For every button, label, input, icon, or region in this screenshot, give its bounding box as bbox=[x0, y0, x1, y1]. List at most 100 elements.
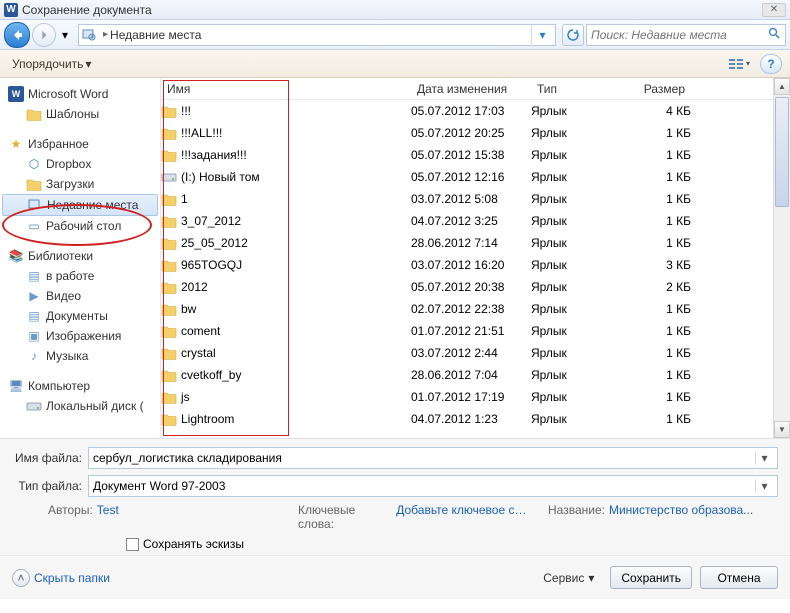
folder-icon bbox=[161, 148, 177, 162]
filetype-select[interactable]: Документ Word 97-2003 ▾ bbox=[88, 475, 778, 497]
cancel-button[interactable]: Отмена bbox=[700, 566, 778, 589]
file-row[interactable]: !!!задания!!!05.07.2012 15:38Ярлык1 КБ bbox=[161, 144, 773, 166]
hide-folders-button[interactable]: ˄ Скрыть папки bbox=[12, 569, 110, 587]
file-date: 04.07.2012 1:23 bbox=[411, 412, 531, 426]
sidebar-item-images[interactable]: ▣Изображения bbox=[2, 326, 158, 346]
column-name[interactable]: Имя bbox=[161, 82, 411, 96]
file-row[interactable]: js01.07.2012 17:19Ярлык1 КБ bbox=[161, 386, 773, 408]
file-type: Ярлык bbox=[531, 148, 621, 162]
file-type: Ярлык bbox=[531, 214, 621, 228]
view-options-button[interactable]: ▾ bbox=[728, 54, 750, 74]
file-list-panel: Имя Дата изменения Тип Размер !!!05.07.2… bbox=[160, 78, 790, 438]
file-row[interactable]: coment01.07.2012 21:51Ярлык1 КБ bbox=[161, 320, 773, 342]
help-button[interactable]: ? bbox=[760, 54, 782, 74]
file-date: 01.07.2012 21:51 bbox=[411, 324, 531, 338]
file-name: Lightroom bbox=[181, 412, 234, 426]
tree-label: Компьютер bbox=[28, 379, 90, 393]
file-type: Ярлык bbox=[531, 192, 621, 206]
file-row[interactable]: bw02.07.2012 22:38Ярлык1 КБ bbox=[161, 298, 773, 320]
file-type: Ярлык bbox=[531, 412, 621, 426]
address-dropdown[interactable]: ▾ bbox=[531, 24, 553, 46]
tree-label: Недавние места bbox=[47, 198, 138, 212]
sidebar-item-documents[interactable]: ▤Документы bbox=[2, 306, 158, 326]
close-button[interactable]: ✕ bbox=[762, 3, 786, 17]
refresh-button[interactable] bbox=[562, 24, 584, 46]
tools-dropdown[interactable]: Сервис ▾ bbox=[543, 571, 594, 585]
file-size: 1 КБ bbox=[621, 368, 691, 382]
column-date[interactable]: Дата изменения bbox=[411, 82, 531, 96]
folder-icon bbox=[161, 280, 177, 294]
sidebar-item-favorites[interactable]: ★Избранное bbox=[2, 134, 158, 154]
scroll-track[interactable] bbox=[774, 95, 790, 421]
file-row[interactable]: !!!ALL!!!05.07.2012 20:25Ярлык1 КБ bbox=[161, 122, 773, 144]
tree-label: Библиотеки bbox=[28, 249, 93, 263]
file-name: !!!задания!!! bbox=[181, 148, 247, 162]
dropbox-icon: ⬡ bbox=[26, 156, 42, 172]
file-row[interactable]: cvetkoff_by28.06.2012 7:04Ярлык1 КБ bbox=[161, 364, 773, 386]
forward-button[interactable] bbox=[32, 23, 56, 47]
file-date: 05.07.2012 15:38 bbox=[411, 148, 531, 162]
file-size: 1 КБ bbox=[621, 412, 691, 426]
file-size: 1 КБ bbox=[621, 170, 691, 184]
file-row[interactable]: !!!05.07.2012 17:03Ярлык4 КБ bbox=[161, 100, 773, 122]
search-input[interactable] bbox=[591, 28, 768, 42]
search-box[interactable] bbox=[586, 24, 786, 46]
sidebar-item-computer[interactable]: 🖥Компьютер bbox=[2, 376, 158, 396]
sidebar-item-downloads[interactable]: Загрузки bbox=[2, 174, 158, 194]
file-row[interactable]: 965TOGQJ03.07.2012 16:20Ярлык3 КБ bbox=[161, 254, 773, 276]
sidebar-item-music[interactable]: ♪Музыка bbox=[2, 346, 158, 366]
file-row[interactable]: crystal03.07.2012 2:44Ярлык1 КБ bbox=[161, 342, 773, 364]
filename-dropdown[interactable]: ▾ bbox=[755, 451, 773, 465]
authors-value[interactable]: Test bbox=[97, 503, 119, 531]
file-date: 03.07.2012 5:08 bbox=[411, 192, 531, 206]
hide-folders-label: Скрыть папки bbox=[34, 571, 110, 585]
sidebar-item-recent[interactable]: Недавние места bbox=[2, 194, 158, 216]
back-button[interactable] bbox=[4, 22, 30, 48]
filename-input[interactable]: ▾ bbox=[88, 447, 778, 469]
file-row[interactable]: 103.07.2012 5:08Ярлык1 КБ bbox=[161, 188, 773, 210]
tools-label: Сервис bbox=[543, 571, 584, 585]
breadcrumb-current[interactable]: Недавние места bbox=[110, 28, 201, 42]
file-date: 05.07.2012 12:16 bbox=[411, 170, 531, 184]
folder-icon bbox=[26, 106, 42, 122]
keywords-value[interactable]: Добавьте ключевое сл... bbox=[396, 503, 528, 531]
file-row[interactable]: Lightroom 04.07.2012 1:23Ярлык1 КБ bbox=[161, 408, 773, 430]
file-row[interactable]: 3_07_201204.07.2012 3:25Ярлык1 КБ bbox=[161, 210, 773, 232]
folder-icon bbox=[161, 346, 177, 360]
scroll-up-button[interactable]: ▲ bbox=[774, 78, 790, 95]
file-row[interactable]: 25_05_201228.06.2012 7:14Ярлык1 КБ bbox=[161, 232, 773, 254]
sidebar-item-inwork[interactable]: ▤в работе bbox=[2, 266, 158, 286]
sidebar-item-templates[interactable]: Шаблоны bbox=[2, 104, 158, 124]
scroll-thumb[interactable] bbox=[775, 97, 789, 207]
file-date: 03.07.2012 2:44 bbox=[411, 346, 531, 360]
title-value[interactable]: Министерство образова... bbox=[609, 503, 753, 531]
sidebar-item-video[interactable]: ▶Видео bbox=[2, 286, 158, 306]
file-list[interactable]: Имя Дата изменения Тип Размер !!!05.07.2… bbox=[161, 78, 773, 438]
column-headers: Имя Дата изменения Тип Размер bbox=[161, 78, 773, 100]
file-row[interactable]: 201205.07.2012 20:38Ярлык2 КБ bbox=[161, 276, 773, 298]
scroll-down-button[interactable]: ▼ bbox=[774, 421, 790, 438]
filename-field[interactable] bbox=[93, 451, 755, 465]
file-type: Ярлык bbox=[531, 236, 621, 250]
search-icon[interactable] bbox=[768, 27, 781, 43]
organize-button[interactable]: Упорядочить ▾ bbox=[8, 57, 95, 71]
file-name: 25_05_2012 bbox=[181, 236, 248, 250]
sidebar-item-dropbox[interactable]: ⬡Dropbox bbox=[2, 154, 158, 174]
breadcrumb-chevron-icon: ▸ bbox=[103, 29, 108, 40]
navbar: ▾ ▸ Недавние места ▾ bbox=[0, 20, 790, 50]
sidebar-item-libraries[interactable]: 📚Библиотеки bbox=[2, 246, 158, 266]
file-date: 04.07.2012 3:25 bbox=[411, 214, 531, 228]
file-row[interactable]: (I:) Новый том05.07.2012 12:16Ярлык1 КБ bbox=[161, 166, 773, 188]
save-button[interactable]: Сохранить bbox=[610, 566, 692, 589]
filetype-dropdown[interactable]: ▾ bbox=[755, 479, 773, 493]
vertical-scrollbar[interactable]: ▲ ▼ bbox=[773, 78, 790, 438]
sidebar-item-localdisk[interactable]: Локальный диск ( bbox=[2, 396, 158, 416]
sidebar-item-word[interactable]: WMicrosoft Word bbox=[2, 84, 158, 104]
column-size[interactable]: Размер bbox=[621, 82, 691, 96]
thumbnails-label: Сохранять эскизы bbox=[143, 537, 244, 551]
sidebar-item-desktop[interactable]: ▭Рабочий стол bbox=[2, 216, 158, 236]
address-bar[interactable]: ▸ Недавние места ▾ bbox=[78, 24, 556, 46]
nav-history-dropdown[interactable]: ▾ bbox=[58, 23, 72, 47]
thumbnails-checkbox[interactable] bbox=[126, 538, 139, 551]
column-type[interactable]: Тип bbox=[531, 82, 621, 96]
